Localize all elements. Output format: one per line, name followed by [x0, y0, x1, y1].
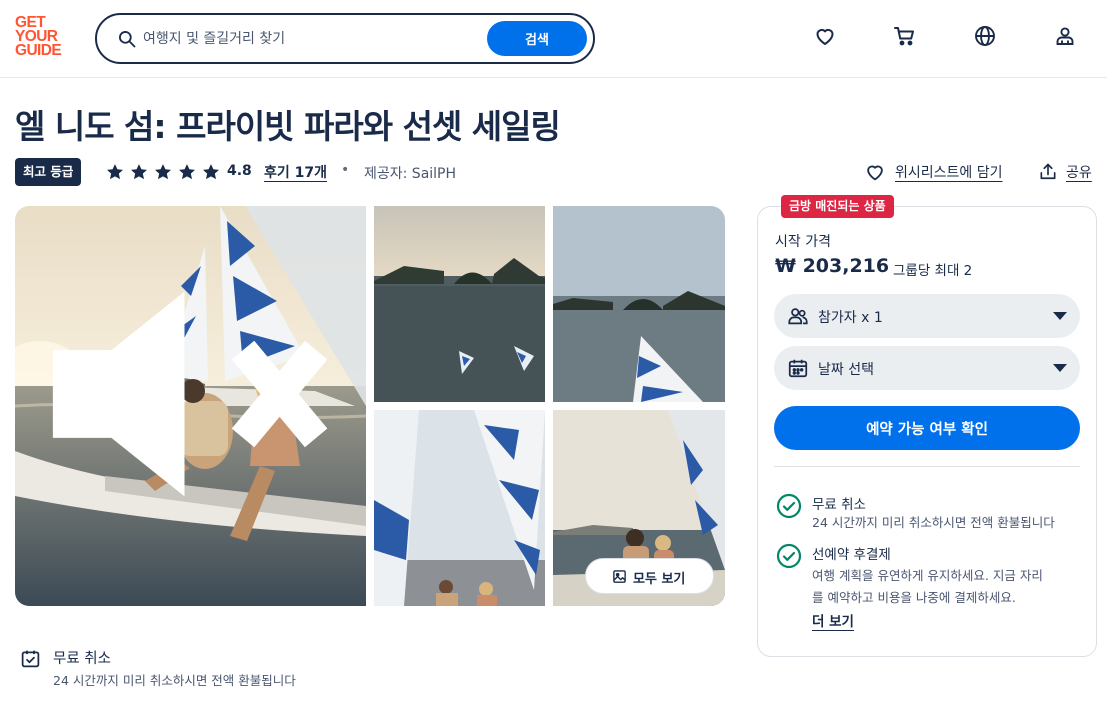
- reserve-now-desc-line-1: 여행 계획을 유연하게 유지하세요. 지금 자리: [812, 568, 1043, 583]
- star-icon: [155, 164, 171, 180]
- search-bar: 검색: [95, 13, 595, 64]
- date-select[interactable]: 날짜 선택: [774, 346, 1080, 390]
- main-photo[interactable]: [15, 206, 366, 606]
- gallery-photo-2[interactable]: [553, 206, 725, 402]
- check-circle-icon: [776, 493, 802, 519]
- star-icon: [131, 164, 147, 180]
- top-rated-badge: 최고 등급: [15, 158, 82, 186]
- date-label: 날짜 선택: [818, 362, 874, 378]
- share-label: 공유: [1066, 165, 1092, 181]
- page-title: 엘 니도 섬: 프라이빗 파라와 선셋 세일링: [15, 107, 561, 146]
- chevron-down-icon: [1053, 364, 1067, 372]
- gallery-photo-1[interactable]: [374, 206, 545, 402]
- price-value: ₩ 203,216: [775, 255, 890, 277]
- chevron-down-icon: [1053, 312, 1067, 320]
- sails-closeup-photo: [374, 410, 545, 606]
- reserve-now-title: 선예약 후결제: [812, 547, 891, 563]
- calendar-check-icon: [21, 650, 40, 668]
- image-icon: [613, 570, 626, 583]
- product-meta: 최고 등급 4.8 후기 17개 • 제공자: SailPH 위시리스트에 담기…: [15, 157, 1105, 187]
- rating-value: 4.8: [227, 163, 252, 179]
- price-unit: 그룹당 최대 2: [893, 263, 973, 279]
- share-icon: [1040, 163, 1056, 180]
- globe-icon[interactable]: [973, 24, 997, 48]
- cart-icon[interactable]: [893, 24, 917, 48]
- search-button[interactable]: 검색: [487, 21, 587, 56]
- heart-icon[interactable]: [813, 24, 837, 48]
- see-all-label: 모두 보기: [633, 572, 686, 587]
- star-icon: [203, 164, 219, 180]
- star-icon: [179, 164, 195, 180]
- free-cancel-title: 무료 취소: [812, 497, 866, 513]
- read-more-link[interactable]: 더 보기: [812, 610, 854, 630]
- provider-label[interactable]: 제공자: SailPH: [364, 163, 456, 183]
- wishlist-label: 위시리스트에 담기: [895, 165, 1003, 181]
- top-header: GET YOUR GUIDE 검색: [0, 0, 1107, 78]
- participants-label: 참가자 x 1: [818, 310, 883, 326]
- profile-icon[interactable]: [1053, 24, 1077, 48]
- reviews-link[interactable]: 후기 17개: [264, 162, 327, 182]
- bay-islands-photo: [374, 206, 545, 402]
- highlight-free-cancel-title: 무료 취소: [53, 651, 111, 667]
- see-all-photos-button[interactable]: 모두 보기: [585, 558, 714, 594]
- sail-islands-photo: [553, 206, 725, 402]
- calendar-icon: [788, 359, 808, 378]
- check-circle-icon: [776, 543, 802, 569]
- rating-stars: [105, 162, 225, 182]
- star-icon: [107, 164, 123, 180]
- reserve-now-desc-line-2: 를 예약하고 비용을 나중에 결제하세요.: [812, 590, 1016, 605]
- getyourguide-logo[interactable]: GET YOUR GUIDE: [15, 15, 75, 62]
- check-availability-button[interactable]: 예약 가능 여부 확인: [774, 406, 1080, 450]
- search-icon: [119, 31, 136, 48]
- mute-icon[interactable]: [15, 206, 360, 594]
- from-price-label: 시작 가격: [775, 234, 831, 250]
- card-divider: [774, 466, 1080, 467]
- likely-to-sell-out-badge: 금방 매진되는 상품: [781, 195, 894, 218]
- highlight-free-cancel-desc: 24 시간까지 미리 취소하시면 전액 환불됩니다: [53, 673, 296, 688]
- heart-icon: [867, 165, 883, 181]
- participants-select[interactable]: 참가자 x 1: [774, 294, 1080, 338]
- free-cancel-desc: 24 시간까지 미리 취소하시면 전액 환불됩니다: [812, 515, 1055, 530]
- gallery-photo-3[interactable]: [374, 410, 545, 606]
- meta-separator: •: [341, 162, 350, 178]
- logo-line-3: GUIDE: [15, 42, 62, 59]
- search-input[interactable]: [143, 25, 483, 53]
- participants-icon: [788, 308, 808, 325]
